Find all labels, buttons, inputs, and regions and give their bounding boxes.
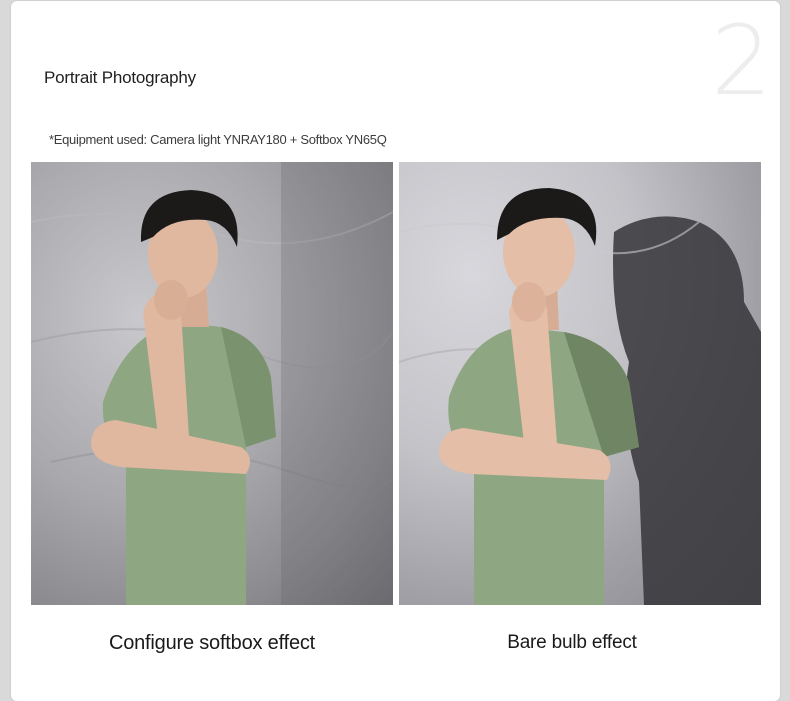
bare-bulb-effect-caption: Bare bulb effect	[507, 632, 637, 653]
bare-bulb-portrait-illustration	[399, 188, 761, 605]
equipment-note: *Equipment used: Camera light YNRAY180 +…	[49, 132, 387, 147]
bare-bulb-effect-photo	[399, 162, 761, 605]
section-title: Portrait Photography	[44, 68, 196, 87]
softbox-effect-caption: Configure softbox effect	[108, 632, 316, 654]
softbox-portrait-illustration	[31, 162, 393, 605]
softbox-effect-photo	[31, 162, 393, 605]
section-number: 2	[711, 13, 773, 117]
